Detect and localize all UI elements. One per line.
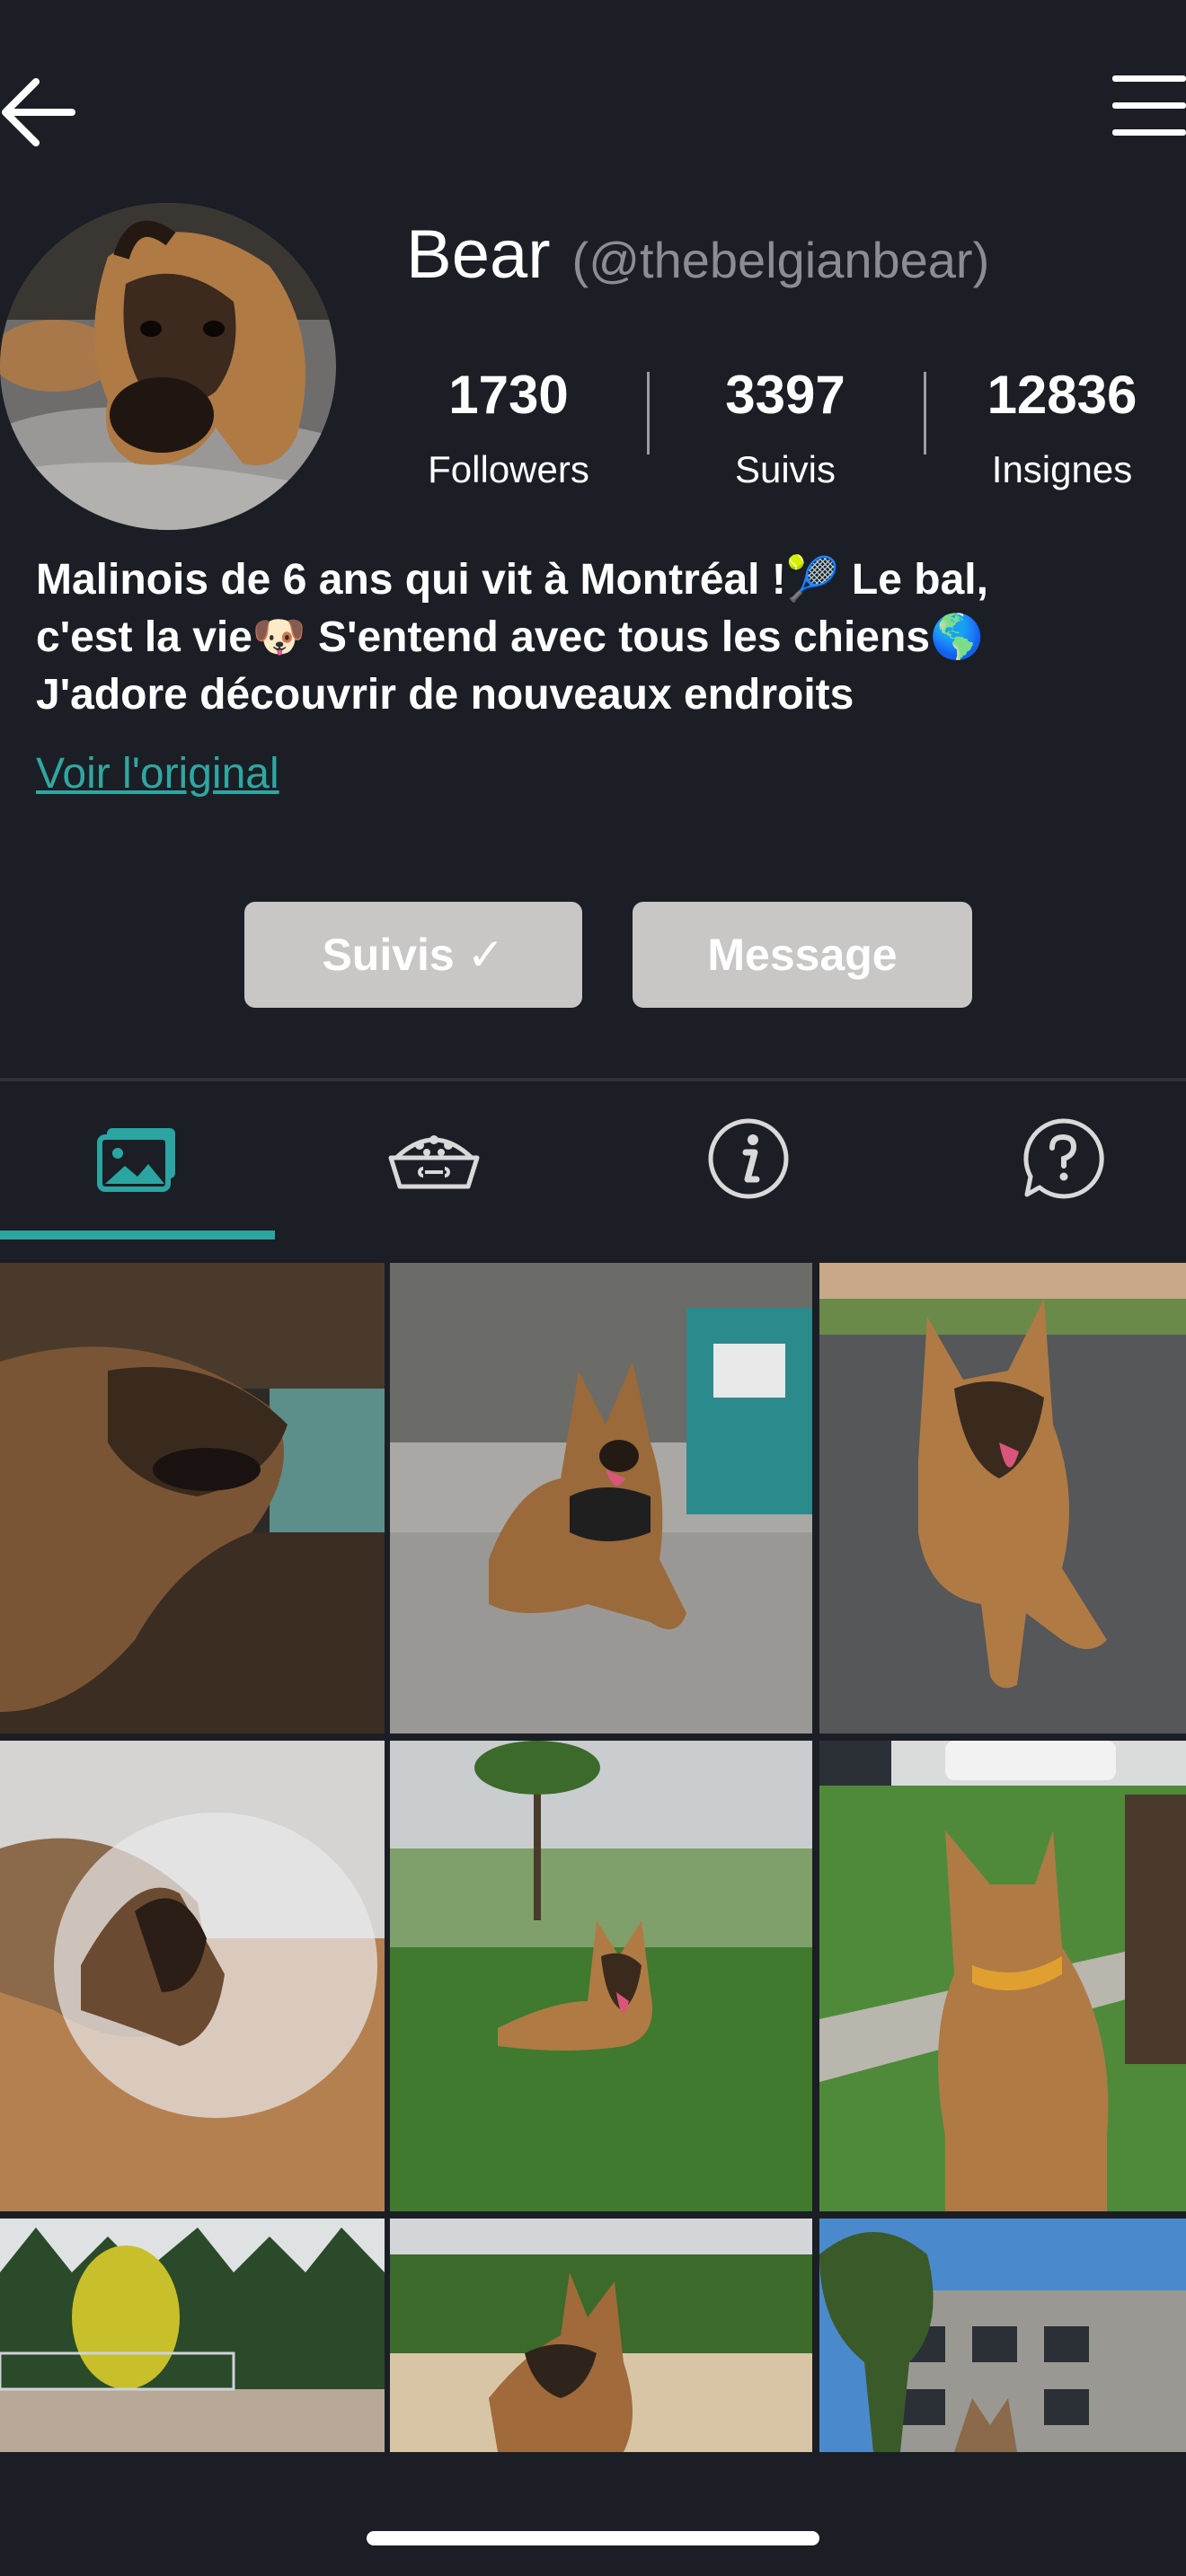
- tab-help[interactable]: [925, 1081, 1186, 1236]
- dog-photo: [819, 1741, 1186, 2211]
- photo-tile[interactable]: [0, 1741, 385, 2211]
- back-button[interactable]: [0, 72, 81, 153]
- dog-photo: [390, 2219, 812, 2452]
- dog-photo: [0, 1263, 385, 1734]
- badges-stat[interactable]: 12836 Insignes: [927, 368, 1186, 489]
- arrow-left-icon: [2, 78, 75, 146]
- question-bubble-icon: [1023, 1118, 1104, 1199]
- menu-button[interactable]: [1103, 70, 1186, 142]
- see-original-link[interactable]: Voir l'original: [36, 749, 279, 798]
- username-handle: (@thebelgianbear): [571, 232, 990, 288]
- dog-photo: [390, 1741, 812, 2211]
- followers-label: Followers: [428, 448, 589, 490]
- dog-food-bowl-icon: [388, 1135, 480, 1189]
- photo-tile[interactable]: [390, 1741, 812, 2211]
- photo-tile[interactable]: [390, 2219, 812, 2452]
- building-photo: [819, 2219, 1186, 2452]
- hamburger-menu-icon: [1112, 75, 1186, 136]
- following-stat[interactable]: 3397 Suivis: [651, 368, 920, 489]
- home-indicator[interactable]: [367, 2531, 819, 2545]
- dog-photo: [819, 1263, 1186, 1734]
- badges-count: 12836: [987, 365, 1137, 425]
- followers-stat[interactable]: 1730 Followers: [374, 368, 643, 489]
- stat-divider: [924, 372, 926, 454]
- dog-avatar-photo: [0, 203, 336, 530]
- badges-label: Insignes: [991, 448, 1133, 490]
- dog-photo: [0, 1741, 385, 2211]
- photo-tile[interactable]: [819, 2219, 1186, 2452]
- following-button[interactable]: Suivis ✓: [244, 902, 582, 1008]
- photo-tile[interactable]: [819, 1263, 1186, 1734]
- bottom-bar: [0, 2452, 1186, 2576]
- photo-tile[interactable]: [819, 1741, 1186, 2211]
- photo-tile[interactable]: [0, 2219, 385, 2452]
- tab-info[interactable]: [611, 1081, 886, 1236]
- photo-tile[interactable]: [0, 1263, 385, 1734]
- message-button[interactable]: Message: [633, 902, 972, 1008]
- tab-photos[interactable]: [0, 1081, 275, 1236]
- avatar[interactable]: [0, 203, 336, 530]
- dog-photo: [390, 1263, 812, 1734]
- display-name: Bear: [406, 216, 551, 293]
- followers-count: 1730: [448, 365, 569, 425]
- following-label: Suivis: [734, 448, 836, 490]
- active-tab-indicator: [0, 1231, 275, 1239]
- stat-divider: [647, 372, 650, 454]
- tab-food[interactable]: [296, 1081, 571, 1236]
- photo-tile[interactable]: [390, 1263, 812, 1734]
- photos-icon: [97, 1128, 175, 1192]
- info-icon: [708, 1118, 789, 1199]
- park-photo: [0, 2219, 385, 2452]
- profile-bio: Malinois de 6 ans qui vit à Montréal !🎾 …: [36, 556, 988, 719]
- profile-name-row: Bear (@thebelgianbear): [406, 216, 989, 296]
- following-count: 3397: [725, 365, 845, 425]
